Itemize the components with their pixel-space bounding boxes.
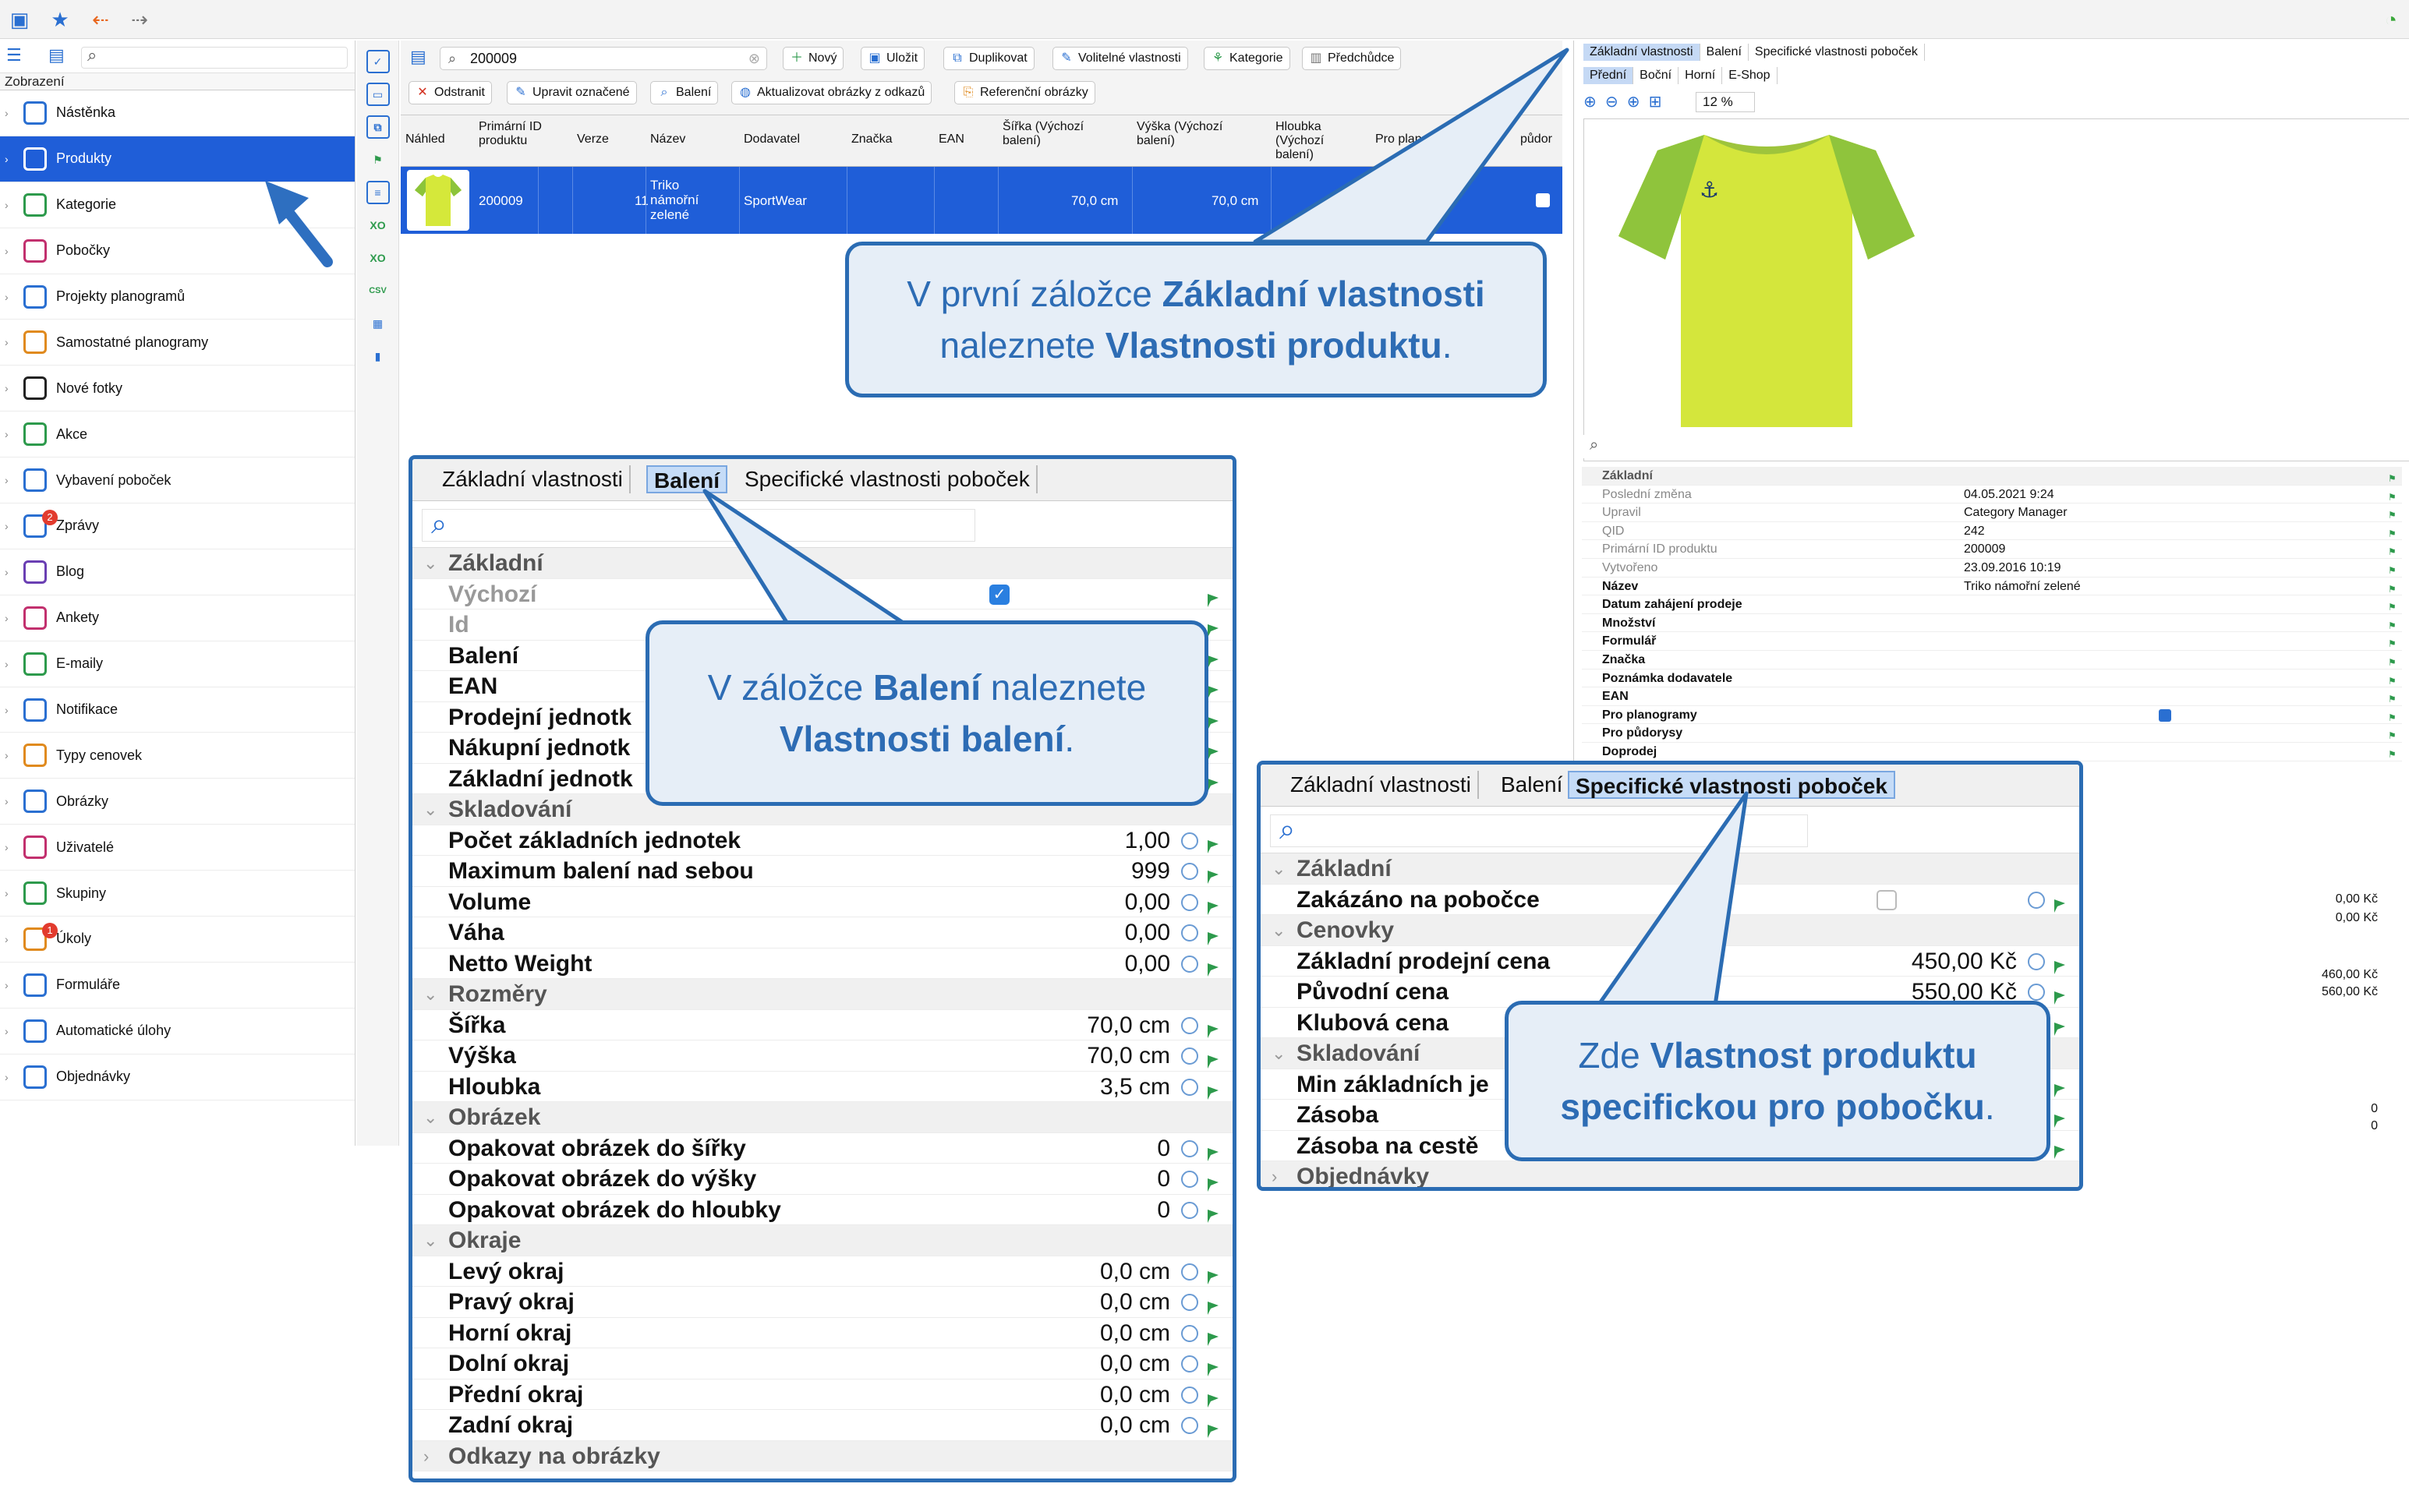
callout-bold: Vlastnosti produktu	[1105, 325, 1442, 366]
callout-2-pointer	[702, 489, 907, 626]
callout-basic-properties: V první záložce Základní vlastnosti nale…	[845, 242, 1547, 397]
callout-bold: specifickou pro pobočku	[1560, 1086, 1985, 1127]
callout-store-properties: Zde Vlastnost produktu specifickou pro p…	[1505, 1001, 2050, 1161]
callout-text: .	[1442, 325, 1452, 366]
callout-text: .	[1064, 719, 1075, 759]
callout-bold: Balení	[872, 667, 981, 708]
callout-bold: Základní vlastnosti	[1162, 274, 1485, 314]
callout-text: .	[1984, 1086, 1995, 1127]
callout-packaging: V záložce Balení naleznete Vlastnosti ba…	[646, 620, 1208, 806]
callout-text: V záložce	[707, 667, 873, 708]
callout-text: naleznete	[980, 667, 1147, 708]
callout-text: naleznete	[939, 325, 1105, 366]
callout-bold: Vlastnost produktu	[1650, 1035, 1977, 1076]
pointer-arrow-icon	[265, 181, 333, 267]
callout-1-pointer	[1253, 48, 1569, 244]
callout-3-pointer	[1596, 791, 1749, 1008]
callout-bold: Vlastnosti balení	[779, 719, 1065, 759]
callout-text: V první záložce	[907, 274, 1162, 314]
callout-text: Zde	[1578, 1035, 1650, 1076]
